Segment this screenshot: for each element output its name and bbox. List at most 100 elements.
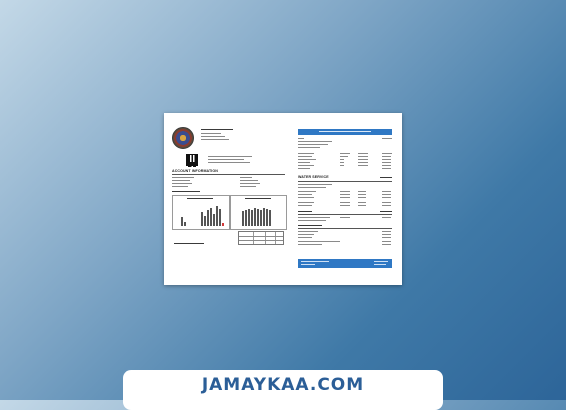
service-row xyxy=(340,197,350,198)
service-row xyxy=(298,194,312,195)
meter-row xyxy=(298,162,310,163)
service-row xyxy=(382,194,391,195)
usage-bar xyxy=(251,210,253,226)
amount-due-label xyxy=(301,261,329,262)
watermark-banner: JAMAYKAA.COM xyxy=(123,370,443,410)
account-value xyxy=(240,186,256,187)
header-line xyxy=(201,136,225,137)
meter-row xyxy=(382,159,391,160)
meter-row xyxy=(382,168,391,169)
account-activity-heading xyxy=(298,225,322,226)
section-rule xyxy=(298,214,392,215)
service-row xyxy=(340,217,350,218)
service-row xyxy=(340,205,350,206)
meter-row xyxy=(298,168,310,169)
amount-due-label xyxy=(301,264,315,265)
service-row xyxy=(298,205,312,206)
service-row xyxy=(382,191,391,192)
amount-due-value xyxy=(374,261,388,262)
service-row xyxy=(298,191,316,192)
footer-note xyxy=(174,243,204,244)
usage-bar-current xyxy=(222,223,224,226)
meter-row xyxy=(358,153,368,154)
usage-bar xyxy=(184,222,186,226)
header-line xyxy=(201,139,229,140)
bill-field xyxy=(298,144,328,145)
table-row-divider xyxy=(239,236,283,237)
meter-row xyxy=(382,153,392,154)
usage-bar xyxy=(219,209,221,226)
subtotal-label xyxy=(298,211,312,212)
meter-row xyxy=(358,165,368,166)
bill-field xyxy=(298,147,320,148)
service-row xyxy=(340,194,350,195)
service-row xyxy=(298,202,314,203)
account-field xyxy=(172,177,194,178)
activity-row xyxy=(298,237,312,238)
service-row xyxy=(298,197,314,198)
usage-bar xyxy=(248,209,250,226)
meter-row xyxy=(358,162,368,163)
activity-row xyxy=(298,241,340,242)
activity-row xyxy=(382,234,391,235)
water-service-heading: WATER SERVICE xyxy=(298,175,329,179)
meter-row xyxy=(340,162,344,163)
service-row xyxy=(382,197,391,198)
activity-row xyxy=(298,244,322,245)
account-field xyxy=(172,186,188,187)
account-field xyxy=(172,180,190,181)
activity-row xyxy=(382,231,391,232)
table-divider xyxy=(253,232,254,244)
service-row xyxy=(298,184,332,185)
usage-bar xyxy=(245,210,247,226)
service-row xyxy=(298,220,326,221)
usage-bar xyxy=(242,211,244,226)
account-information-heading: ACCOUNT INFORMATION xyxy=(172,169,218,173)
account-value xyxy=(240,180,258,181)
activity-row xyxy=(382,244,391,245)
usage-bar xyxy=(257,209,259,226)
usage-bar xyxy=(266,209,268,226)
meter-row xyxy=(298,165,314,166)
site-watermark: JAMAYKAA.COM xyxy=(201,375,365,395)
account-field xyxy=(172,183,192,184)
usage-heading xyxy=(172,191,200,192)
meter-row xyxy=(358,156,368,157)
table-divider xyxy=(265,232,266,244)
bill-field xyxy=(298,138,304,139)
header-line xyxy=(201,129,233,130)
subtotal-value xyxy=(380,211,392,212)
water-service-total xyxy=(380,177,392,178)
section-rule xyxy=(172,174,285,175)
usage-bar xyxy=(181,217,183,226)
meter-row xyxy=(298,153,314,154)
meter-row xyxy=(340,156,348,157)
address-line xyxy=(208,156,252,157)
chart-title xyxy=(245,198,271,199)
service-row xyxy=(358,197,366,198)
usage-chart-right xyxy=(230,195,287,230)
service-row xyxy=(340,191,350,192)
activity-row xyxy=(382,241,391,242)
service-row xyxy=(298,217,330,218)
usage-bar xyxy=(210,208,212,226)
header-line xyxy=(201,133,221,134)
address-line xyxy=(208,162,250,163)
meter-row xyxy=(298,156,312,157)
account-value xyxy=(240,183,260,184)
usage-bar xyxy=(204,216,206,226)
table-divider xyxy=(275,232,276,244)
amount-due-value xyxy=(374,264,386,265)
account-value xyxy=(240,177,252,178)
bill-field xyxy=(382,138,392,139)
bill-title-bar xyxy=(298,129,392,135)
meter-row xyxy=(382,165,391,166)
service-row xyxy=(358,191,366,192)
service-row xyxy=(382,205,391,206)
city-seal-logo xyxy=(172,127,194,149)
section-rule xyxy=(298,181,392,182)
meter-row xyxy=(382,156,391,157)
usage-bar xyxy=(213,214,215,226)
meter-row xyxy=(340,153,350,154)
usage-summary-table xyxy=(238,231,284,245)
